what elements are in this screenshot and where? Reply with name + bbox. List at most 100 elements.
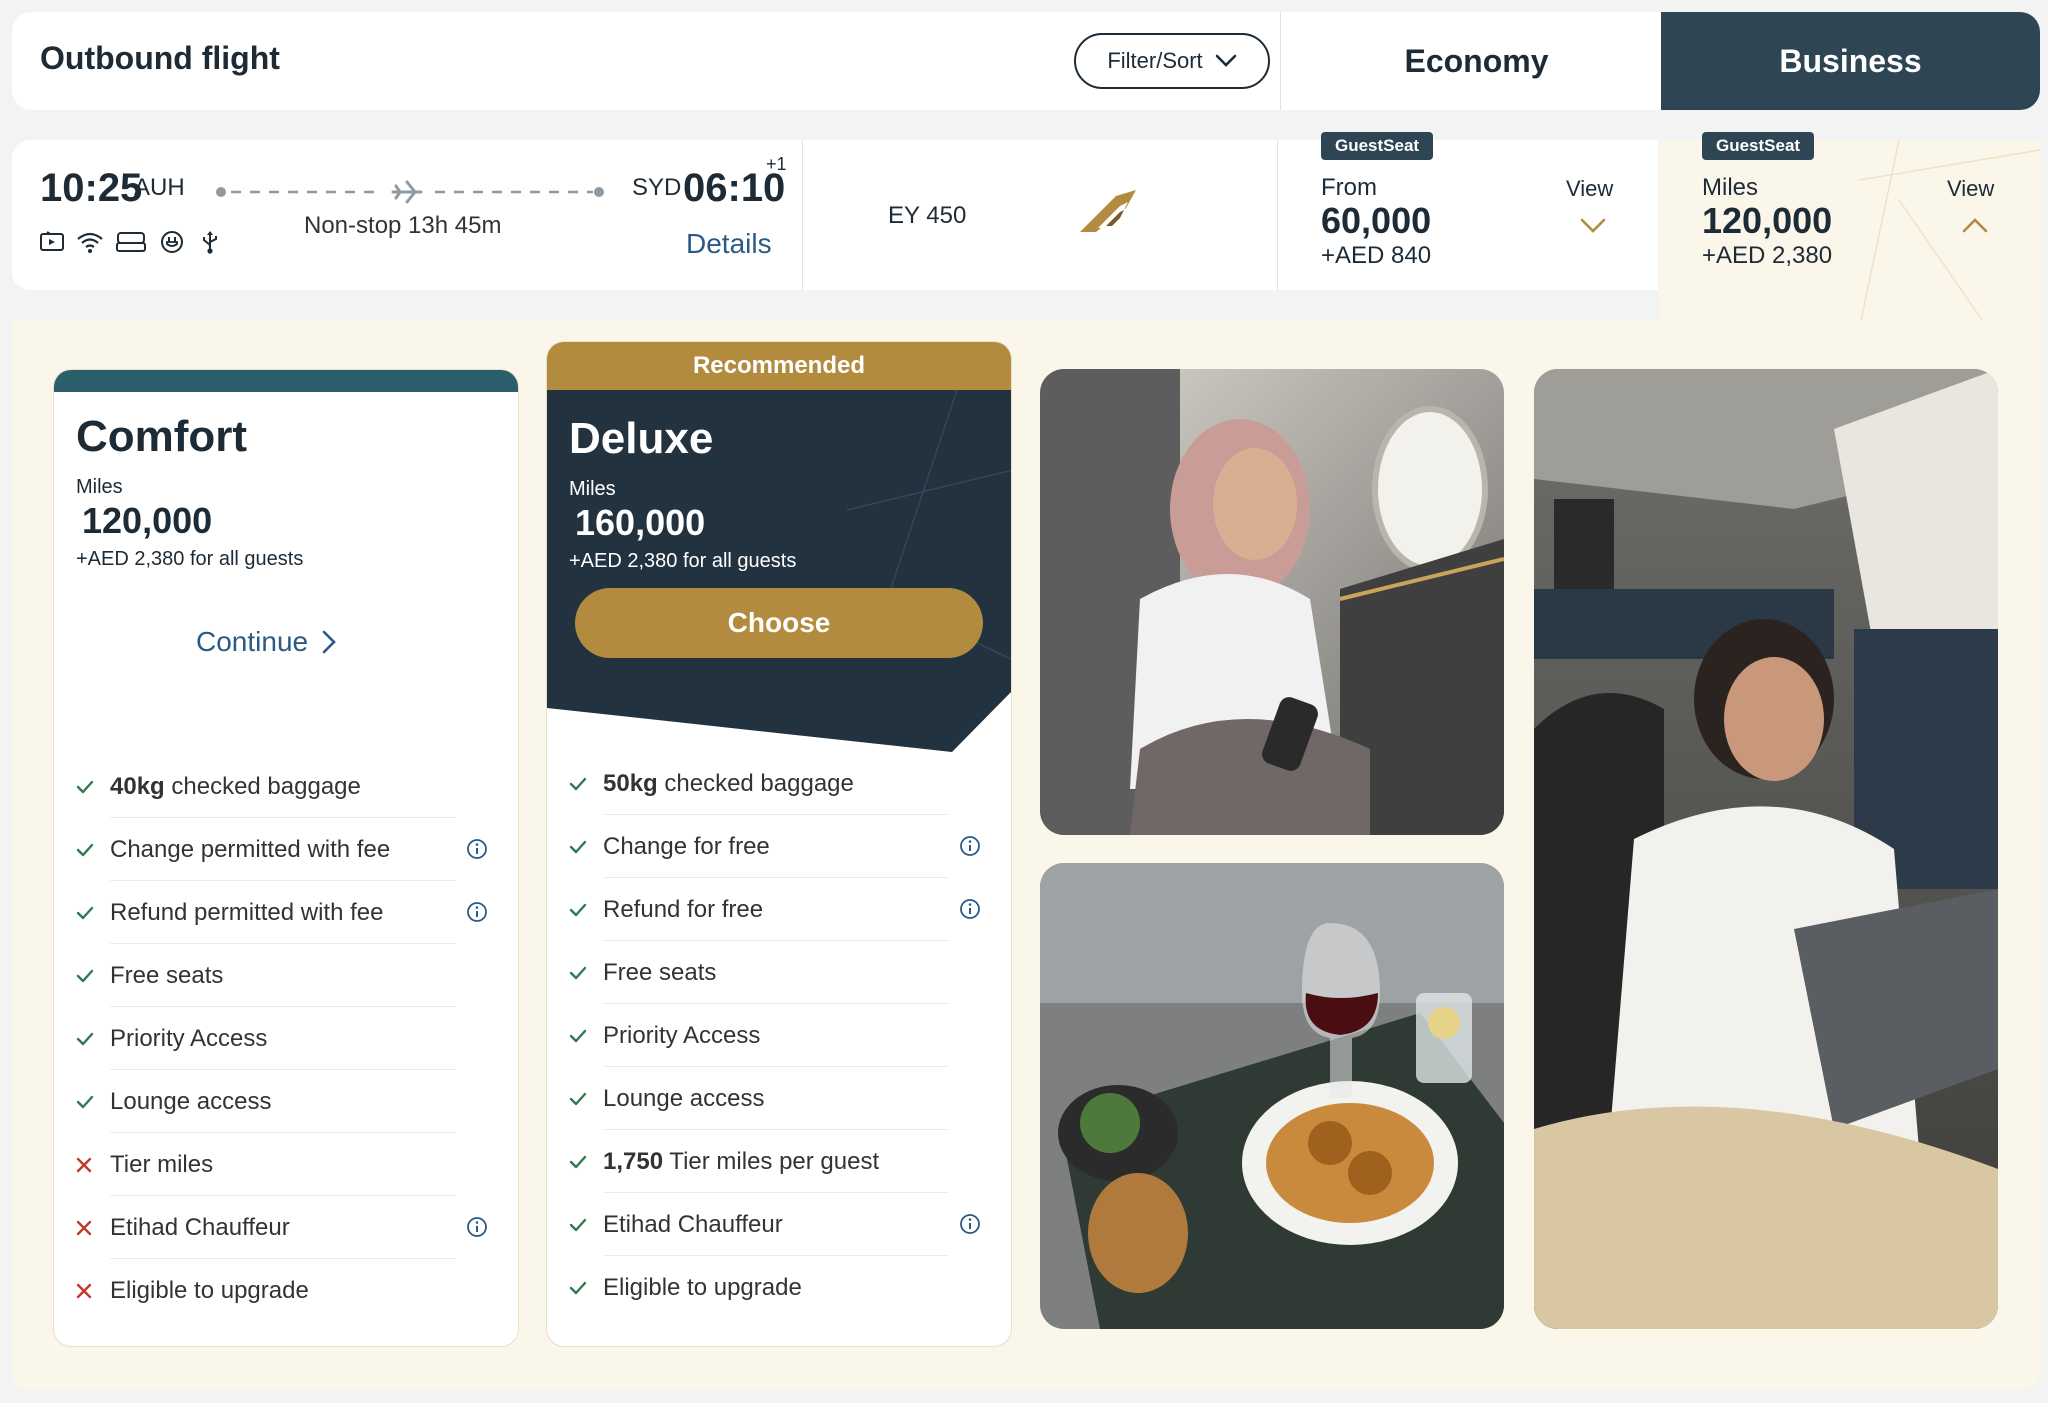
miles-label: Miles [76,476,123,498]
fare-label: Miles [1702,174,1759,201]
tab-economy[interactable]: Economy [1280,12,1672,110]
flight-summary: 10:25 AUH Non-stop 13h 45m SYD 06:10 +1 … [12,140,1278,290]
power-icon [158,228,186,256]
check-icon [569,966,603,980]
check-icon [569,1281,603,1295]
plan-name: Comfort [76,412,248,461]
feature-label: Tier miles [110,1150,214,1178]
feature-label: Change permitted with fee [110,835,391,863]
check-icon [76,1095,110,1109]
amenities-row [38,228,224,256]
check-icon [76,780,110,794]
feature-label: Priority Access [603,1021,761,1049]
info-icon[interactable] [466,901,488,923]
check-icon [76,843,110,857]
airplane-icon [391,180,423,204]
feature-text: 1,750 Tier miles per guest [603,1148,879,1176]
feature-label: Free seats [110,961,224,989]
feature-item: Lounge access [569,1067,989,1130]
chevron-up-icon[interactable] [1961,216,1989,236]
economy-fare-card[interactable]: GuestSeat From 60,000 +AED 840 View [1278,132,1658,290]
feature-label: checked baggage [164,772,361,800]
plan-name: Deluxe [569,414,714,463]
feature-label: Free seats [603,958,717,986]
info-icon[interactable] [959,898,981,920]
feature-text: Etihad Chauffeur [110,1214,290,1242]
fare-label: From [1321,174,1377,201]
feature-text: Lounge access [603,1085,764,1113]
wifi-icon [76,228,104,256]
tab-business[interactable]: Business [1661,12,2040,110]
filter-sort-button[interactable]: Filter/Sort [1074,33,1270,89]
feature-label: Refund permitted with fee [110,898,384,926]
photo-passenger-seat [1040,369,1504,835]
seat-icon [114,228,148,256]
feature-label: Eligible to upgrade [110,1276,309,1304]
usb-icon [196,228,224,256]
check-icon [76,906,110,920]
feature-list: 40kg checked baggage Change permitted wit… [76,755,496,1322]
photo-inflight-meal [1040,863,1504,1329]
business-fare-card[interactable]: GuestSeat Miles 120,000 +AED 2,380 View [1659,132,2040,330]
feature-item: Tier miles [76,1133,496,1196]
feature-item: Refund for free [569,878,989,941]
feature-highlight: 1,750 [603,1147,664,1175]
feature-text: Priority Access [603,1022,760,1050]
feature-label: Lounge access [110,1087,272,1115]
feature-highlight: 40kg [110,772,165,800]
info-icon[interactable] [959,1213,981,1235]
check-icon [569,840,603,854]
chevron-down-icon [1215,54,1236,67]
feature-item: Lounge access [76,1070,496,1133]
feature-label: checked baggage [657,769,854,797]
check-icon [569,903,603,917]
feature-item: 1,750 Tier miles per guest [569,1130,989,1193]
feature-text: Free seats [110,962,223,990]
check-icon [569,1029,603,1043]
guestseat-badge: GuestSeat [1702,132,1815,160]
cross-icon [76,1157,110,1173]
info-icon[interactable] [466,1216,488,1238]
fare-miles: 60,000 [1321,200,1432,241]
miles-value: 120,000 [82,500,213,541]
fare-miles: 120,000 [1702,200,1833,241]
continue-button[interactable]: Continue [196,626,336,658]
info-icon[interactable] [959,835,981,857]
view-label: View [1947,176,1995,201]
feature-text: Change permitted with fee [110,836,390,864]
details-link[interactable]: Details [686,228,772,260]
feature-text: 50kg checked baggage [603,770,854,798]
feature-label: Refund for free [603,895,764,923]
info-icon[interactable] [466,838,488,860]
aed-line: +AED 2,380 for all guests [569,550,797,572]
feature-text: Priority Access [110,1025,267,1053]
cross-icon [76,1283,110,1299]
check-icon [569,1092,603,1106]
chevron-right-icon [322,630,336,654]
miles-value: 160,000 [575,502,706,543]
plan-card-comfort: Comfort Miles 120,000 +AED 2,380 for all… [53,369,519,1347]
feature-item: Priority Access [569,1004,989,1067]
feature-label: Lounge access [603,1084,765,1112]
photo-business-cabin [1534,369,1998,1329]
feature-item: Eligible to upgrade [569,1256,989,1319]
plan-card-deluxe: Recommended Deluxe Miles 160,000 +AED 2,… [546,341,1012,1347]
feature-text: Eligible to upgrade [603,1274,802,1302]
feature-text: Lounge access [110,1088,271,1116]
feature-text: Eligible to upgrade [110,1277,309,1305]
feature-label: Eligible to upgrade [603,1273,802,1301]
choose-button[interactable]: Choose [575,588,983,658]
feature-item: Etihad Chauffeur [76,1196,496,1259]
feature-label: Priority Access [110,1024,268,1052]
chevron-down-icon[interactable] [1579,216,1607,236]
day-offset: +1 [766,154,787,174]
flight-duration: Non-stop 13h 45m [304,212,502,239]
feature-label: Etihad Chauffeur [110,1213,290,1241]
filter-sort-label: Filter/Sort [1107,48,1203,73]
card-accent-strip [54,370,518,392]
feature-label: Tier miles per guest [663,1147,880,1175]
recommended-banner: Recommended [547,342,1011,390]
feature-text: Tier miles [110,1151,213,1179]
flight-header: Outbound flight Filter/Sort Economy Busi… [12,12,2040,110]
check-icon [76,1032,110,1046]
